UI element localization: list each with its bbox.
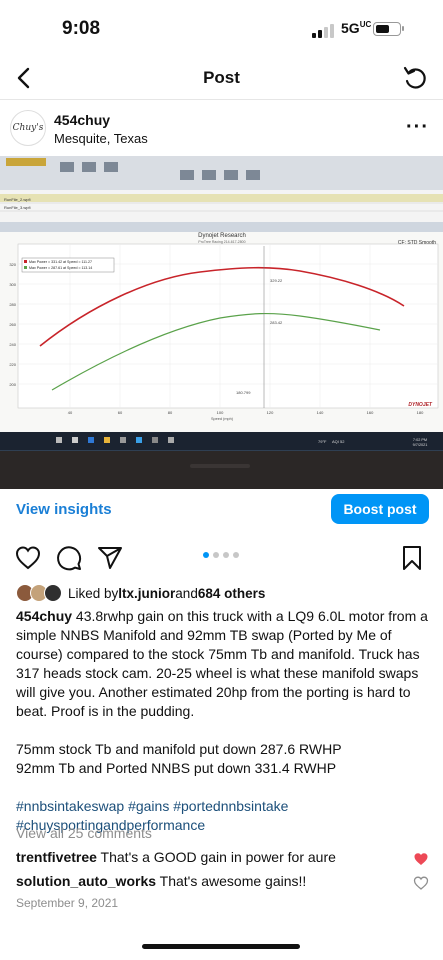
- y-tick: 280: [9, 302, 16, 307]
- liker-avatars: [16, 584, 66, 602]
- legend-red: Max Power = 331.42 at Speed = 111.27: [29, 260, 92, 264]
- tray-aqi: AQI 52: [332, 439, 345, 444]
- caption-line-stock: 75mm stock Tb and manifold put down 287.…: [16, 741, 342, 757]
- comment-like-icon[interactable]: [413, 875, 429, 891]
- liked-by-and: and: [175, 585, 198, 601]
- bookmark-icon[interactable]: [398, 544, 426, 572]
- tray-date: 9/7/2021: [413, 443, 428, 447]
- table-row-1: RunFile_2.wpfi: [4, 197, 31, 202]
- y-tick: 200: [9, 382, 16, 387]
- comment-like-filled-icon[interactable]: [413, 851, 429, 867]
- signal-icon: [312, 24, 334, 38]
- share-icon[interactable]: [96, 544, 124, 572]
- network-label: 5G: [341, 20, 360, 36]
- nav-bar: Post: [0, 56, 443, 100]
- status-bar: 9:08 5GUC: [0, 0, 443, 60]
- post-username[interactable]: 454chuy: [54, 112, 110, 128]
- comment-user[interactable]: trentfivetree: [16, 849, 97, 865]
- x-tick: 180: [417, 410, 424, 415]
- liked-by-others[interactable]: 684 others: [198, 586, 266, 601]
- x-tick: 120: [267, 410, 274, 415]
- speed-readout: 180.799: [236, 390, 251, 395]
- comment-icon[interactable]: [55, 544, 83, 572]
- caption-line-ported: 92mm Tb and Ported NNBS put down 331.4 R…: [16, 760, 337, 776]
- caption-username[interactable]: 454chuy: [16, 608, 72, 624]
- x-tick: 60: [118, 410, 123, 415]
- comment-text: That's a GOOD gain in power for aure: [96, 849, 336, 865]
- liked-by-user[interactable]: ltx.junior: [118, 586, 175, 601]
- corner-label: CF: STD Smooth: [398, 240, 436, 246]
- view-all-comments[interactable]: View all 25 comments: [16, 825, 152, 841]
- dynojet-logo: DYNOJET: [408, 402, 433, 408]
- y-tick: 320: [9, 262, 16, 267]
- peak-green-label: 283.42: [270, 320, 283, 325]
- page-title: Post: [203, 68, 240, 87]
- status-time: 9:08: [62, 18, 101, 39]
- x-tick: 80: [168, 410, 173, 415]
- post-photo[interactable]: RunFile_2.wpfi RunFile_3.wpfi Dynojet Re…: [0, 156, 443, 489]
- table-row-2: RunFile_3.wpfi: [4, 205, 31, 210]
- peak-red-label: 329.22: [270, 278, 283, 283]
- liked-by[interactable]: Liked by ltx.junior and 684 others: [16, 583, 265, 603]
- action-bar: [0, 538, 443, 578]
- x-axis-label: Speed (mph): [211, 417, 234, 421]
- avatar[interactable]: Chuy's: [10, 110, 46, 146]
- more-options-icon[interactable]: ···: [406, 116, 429, 139]
- liked-by-prefix: Liked by: [68, 585, 119, 601]
- comment-text: That's awesome gains!!: [156, 873, 307, 889]
- view-insights-link[interactable]: View insights: [16, 501, 112, 518]
- x-tick: 160: [367, 410, 374, 415]
- battery-icon: [373, 22, 404, 36]
- y-tick: 240: [9, 342, 16, 347]
- post-date: September 9, 2021: [16, 896, 119, 910]
- insights-bar: View insights Boost post: [0, 489, 443, 531]
- network-indicator: 5GUC: [341, 20, 371, 36]
- home-indicator[interactable]: [142, 944, 300, 949]
- post-location[interactable]: Mesquite, Texas: [54, 131, 148, 146]
- network-suffix: UC: [359, 20, 372, 29]
- comment-item: trentfivetree That's a GOOD gain in powe…: [16, 849, 336, 865]
- y-tick: 300: [9, 282, 16, 287]
- boost-post-button[interactable]: Boost post: [331, 494, 429, 524]
- tray-time: 7:02 PM: [413, 438, 427, 442]
- dyno-subtitle: ProTree Racing 214-617-2800: [198, 240, 245, 244]
- caption-text: 43.8rwhp gain on this truck with a LQ9 6…: [16, 608, 428, 719]
- post-caption: 454chuy 43.8rwhp gain on this truck with…: [16, 607, 430, 835]
- comment-user[interactable]: solution_auto_works: [16, 873, 156, 889]
- comment-item: solution_auto_works That's awesome gains…: [16, 873, 306, 889]
- tray-weather: 79°F: [318, 439, 327, 444]
- refresh-icon[interactable]: [399, 62, 431, 94]
- dyno-screen-photo: RunFile_2.wpfi RunFile_3.wpfi Dynojet Re…: [0, 156, 443, 489]
- x-tick: 140: [317, 410, 324, 415]
- x-tick: 100: [217, 410, 224, 415]
- post-header: Chuy's 454chuy Mesquite, Texas ···: [0, 102, 443, 154]
- carousel-indicator: [203, 552, 239, 558]
- avatar-logo-text: Chuy's: [12, 123, 44, 133]
- dyno-title: Dynojet Research: [198, 233, 246, 239]
- y-tick: 260: [9, 322, 16, 327]
- heart-icon[interactable]: [14, 544, 42, 572]
- x-tick: 40: [68, 410, 73, 415]
- legend-green: Max Power = 287.61 at Speed = 113.14: [29, 266, 92, 270]
- y-tick: 220: [9, 362, 16, 367]
